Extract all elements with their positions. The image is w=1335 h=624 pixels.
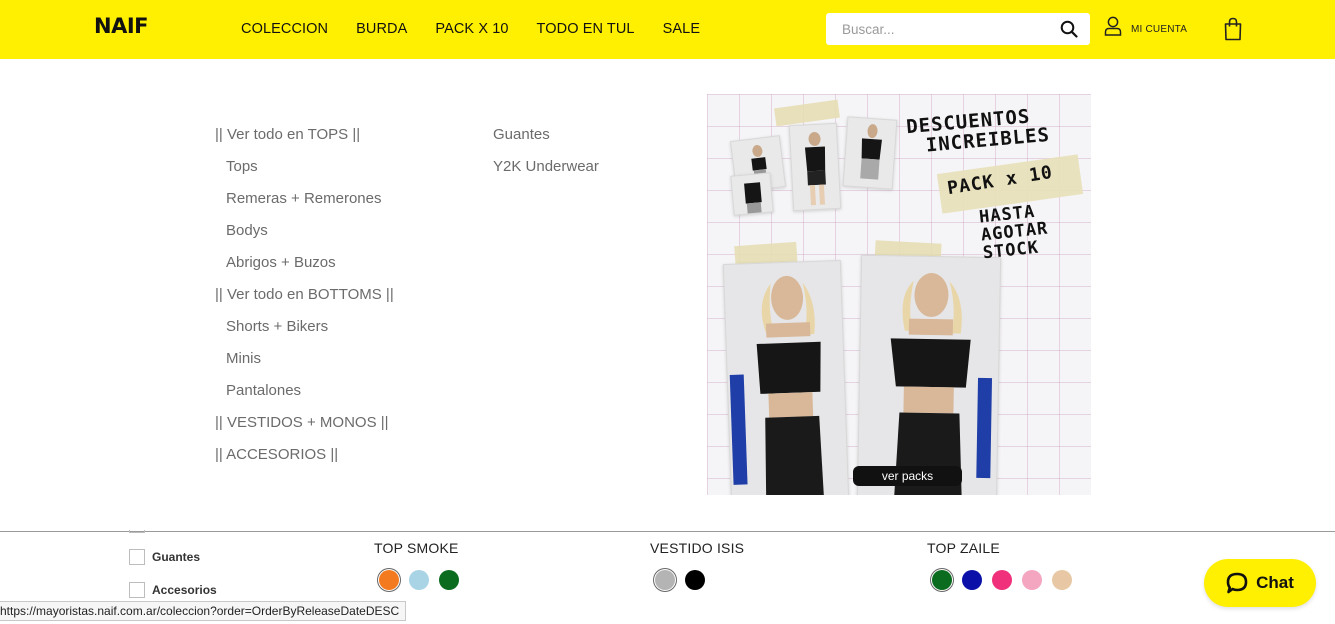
model-figure-icon xyxy=(860,124,882,180)
menu-column-extras: Guantes Y2K Underwear xyxy=(493,126,599,190)
product-name[interactable]: TOP SMOKE xyxy=(374,540,459,556)
filter-accesorios[interactable]: Accesorios xyxy=(129,582,217,598)
main-nav: COLECCION BURDA PACK X 10 TODO EN TUL SA… xyxy=(241,21,728,37)
search-icon[interactable] xyxy=(1060,20,1078,38)
product-card-vestido-isis: VESTIDO ISIS xyxy=(650,540,744,590)
product-card-top-zaile: TOP ZAILE xyxy=(927,540,1072,590)
menu-guantes[interactable]: Guantes xyxy=(493,126,599,158)
menu-pantalones[interactable]: Pantalones xyxy=(215,382,394,414)
link-status-bar: https://mayoristas.naif.com.ar/coleccion… xyxy=(0,601,407,621)
promo-model-photo-left xyxy=(722,260,850,495)
filter-guantes[interactable]: Guantes xyxy=(129,549,200,565)
menu-remeras[interactable]: Remeras + Remerones xyxy=(215,190,394,222)
product-name[interactable]: TOP ZAILE xyxy=(927,540,1072,556)
filter-checkbox[interactable] xyxy=(129,549,145,565)
nav-sale[interactable]: SALE xyxy=(663,21,700,37)
color-swatches xyxy=(932,570,1072,590)
shopping-bag-icon[interactable] xyxy=(1223,17,1243,41)
menu-bodys[interactable]: Bodys xyxy=(215,222,394,254)
color-swatch[interactable] xyxy=(655,570,675,590)
menu-abrigos[interactable]: Abrigos + Buzos xyxy=(215,254,394,286)
chat-button[interactable]: Chat xyxy=(1204,559,1316,607)
model-figure-icon xyxy=(744,182,762,214)
menu-column-categories: || Ver todo en TOPS || Tops Remeras + Re… xyxy=(215,126,394,478)
menu-shorts[interactable]: Shorts + Bikers xyxy=(215,318,394,350)
promo-stock-text: HASTA AGOTAR STOCK xyxy=(978,202,1051,264)
color-swatch[interactable] xyxy=(1052,570,1072,590)
color-swatch[interactable] xyxy=(379,570,399,590)
menu-ver-todo-bottoms[interactable]: || Ver todo en BOTTOMS || xyxy=(215,286,394,318)
content-divider xyxy=(0,531,1335,532)
filter-label: Guantes xyxy=(152,550,201,564)
product-name[interactable]: VESTIDO ISIS xyxy=(650,540,744,556)
promo-small-photo xyxy=(730,172,774,216)
menu-tops[interactable]: Tops xyxy=(215,158,394,190)
model-figure-icon xyxy=(804,131,826,206)
account-link[interactable]: MI CUENTA xyxy=(1104,16,1187,36)
site-logo[interactable]: NAIF xyxy=(94,14,149,38)
nav-pack-x-10[interactable]: PACK X 10 xyxy=(435,21,508,37)
menu-ver-todo-tops[interactable]: || Ver todo en TOPS || xyxy=(215,126,394,158)
filter-checkbox[interactable] xyxy=(129,582,145,598)
search-input[interactable] xyxy=(826,13,1046,45)
promo-small-photo xyxy=(842,116,898,190)
promo-stock-line3: STOCK xyxy=(981,237,1040,264)
user-icon xyxy=(1104,16,1122,36)
menu-y2k-underwear[interactable]: Y2K Underwear xyxy=(493,158,599,190)
color-swatch[interactable] xyxy=(992,570,1012,590)
promo-banner[interactable]: DESCUENTOS INCREIBLES PACK x 10 HASTA AG… xyxy=(707,94,1091,495)
mega-menu: || Ver todo en TOPS || Tops Remeras + Re… xyxy=(0,59,1335,531)
color-swatches xyxy=(379,570,459,590)
color-swatch[interactable] xyxy=(409,570,429,590)
promo-model-photo-right xyxy=(856,254,1002,495)
promo-small-photo xyxy=(788,122,842,212)
site-header: NAIF COLECCION BURDA PACK X 10 TODO EN T… xyxy=(0,0,1335,59)
model-figure-icon xyxy=(890,273,993,495)
account-label: MI CUENTA xyxy=(1131,24,1188,35)
search-box xyxy=(826,13,1090,45)
chat-bubble-icon xyxy=(1226,572,1248,594)
ver-packs-button[interactable]: ver packs xyxy=(853,466,962,486)
menu-accesorios[interactable]: || ACCESORIOS || xyxy=(215,446,394,478)
nav-todo-en-tul[interactable]: TODO EN TUL xyxy=(537,21,635,37)
color-swatch[interactable] xyxy=(962,570,982,590)
menu-minis[interactable]: Minis xyxy=(215,350,394,382)
product-card-top-smoke: TOP SMOKE xyxy=(374,540,459,590)
filter-label: Accesorios xyxy=(152,583,217,597)
color-swatches xyxy=(655,570,744,590)
promo-headline: DESCUENTOS INCREIBLES xyxy=(905,105,1051,158)
color-swatch[interactable] xyxy=(685,570,705,590)
nav-coleccion[interactable]: COLECCION xyxy=(241,21,328,37)
menu-vestidos-monos[interactable]: || VESTIDOS + MONOS || xyxy=(215,414,394,446)
color-swatch[interactable] xyxy=(932,570,952,590)
nav-burda[interactable]: BURDA xyxy=(356,21,407,37)
color-swatch[interactable] xyxy=(439,570,459,590)
chat-label: Chat xyxy=(1256,573,1294,592)
model-figure-icon xyxy=(729,275,825,495)
color-swatch[interactable] xyxy=(1022,570,1042,590)
filter-checkbox-partial xyxy=(129,530,145,533)
